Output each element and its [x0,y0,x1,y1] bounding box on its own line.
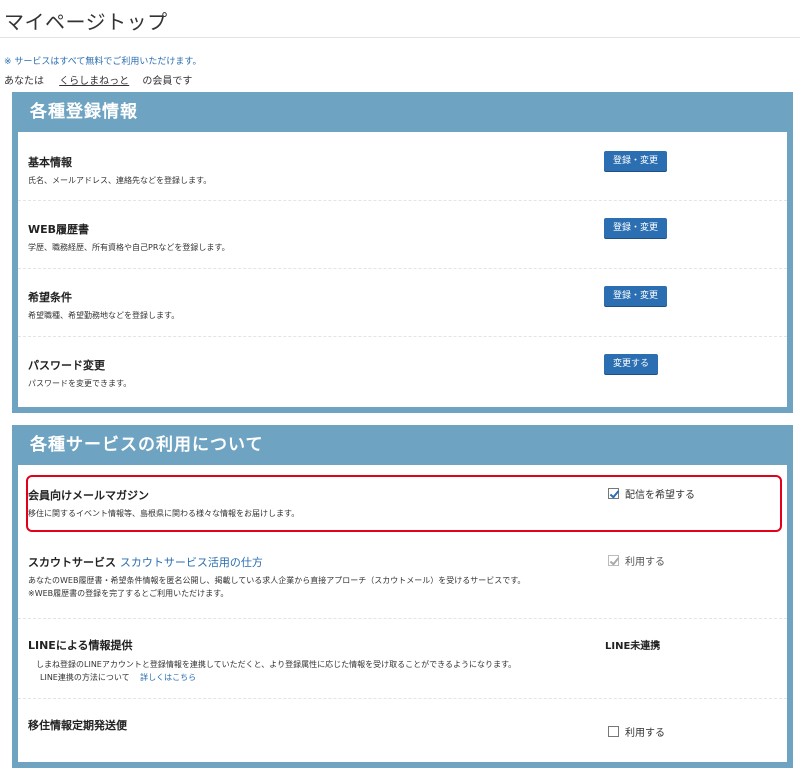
basic-info-title: 基本情報 [28,156,72,169]
line-desc-line2: LINE連携の方法について 詳しくはこちら [36,671,516,684]
scout-use-label: 利用する [625,557,665,568]
resume-edit-button[interactable]: 登録・変更 [604,218,668,238]
scout-use-checkbox[interactable]: 利用する [608,553,665,568]
checkbox-unchecked-icon [608,726,619,737]
scout-title-text: スカウトサービス [28,556,116,569]
line-title: LINEによる情報提供 [28,639,133,652]
resume-title: WEB履歴書 [28,223,90,236]
service-row-mail: 会員向けメールマガジン 移住に関するイベント情報等、島根県に関わる様々な情報をお… [18,465,787,542]
scout-guide-link[interactable]: スカウトサービス活用の仕方 [120,556,263,569]
preferences-title: 希望条件 [28,291,72,304]
line-desc: しまね登録のLINEアカウントと登録情報を連携していただくと、より登録属性に応じ… [36,658,516,684]
delivery-use-label: 利用する [625,728,665,739]
services-heading: 各種サービスの利用について [30,435,264,455]
service-row-scout: スカウトサービス スカウトサービス活用の仕方 あなたのWEB履歴書・希望条件情報… [18,542,787,619]
services-panel: 各種サービスの利用について 会員向けメールマガジン 移住に関するイベント情報等、… [12,425,793,768]
resume-desc: 学歴、職務経歴、所有資格や自己PRなどを登録します。 [28,243,230,252]
free-notice: ※ サービスはすべて無料でご利用いただけます。 [4,57,202,67]
mail-title: 会員向けメールマガジン [28,489,149,502]
line-status: LINE未連携 [605,641,661,652]
registration-row-preferences: 希望条件 希望職種、希望勤務地などを登録します。 登録・変更 [18,269,787,337]
member-suffix: の会員です [142,76,193,87]
site-link[interactable]: くらしまねっと [59,76,129,87]
preferences-edit-button[interactable]: 登録・変更 [604,286,668,306]
basic-info-edit-button[interactable]: 登録・変更 [604,151,668,171]
registration-heading: 各種登録情報 [30,102,138,122]
service-row-line: LINEによる情報提供 しまね登録のLINEアカウントと登録情報を連携していただ… [18,619,787,699]
line-details-link[interactable]: 詳しくはこちら [140,673,196,682]
registration-row-basic: 基本情報 氏名、メールアドレス、連絡先などを登録します。 登録・変更 [18,132,787,201]
title-divider [0,37,800,38]
line-desc-line1: しまね登録のLINEアカウントと登録情報を連携していただくと、より登録属性に応じ… [36,660,517,669]
mail-subscribe-label: 配信を希望する [625,490,695,501]
mail-desc: 移住に関するイベント情報等、島根県に関わる様々な情報をお届けします。 [28,509,300,518]
checkbox-checked-icon [608,488,619,499]
scout-title: スカウトサービス スカウトサービス活用の仕方 [28,554,263,570]
mail-highlight-frame [26,475,782,532]
page-title: マイページトップ [4,10,168,34]
scout-desc-line1: あなたのWEB履歴書・希望条件情報を匿名公開し、掲載している求人企業から直接アプ… [28,576,526,585]
scout-desc: あなたのWEB履歴書・希望条件情報を匿名公開し、掲載している求人企業から直接アプ… [28,574,525,600]
registration-row-resume: WEB履歴書 学歴、職務経歴、所有資格や自己PRなどを登録します。 登録・変更 [18,201,787,269]
service-row-delivery: 移住情報定期発送便 利用する [18,699,787,762]
delivery-title: 移住情報定期発送便 [28,719,127,732]
mail-subscribe-checkbox[interactable]: 配信を希望する [608,486,695,501]
member-info: あなたは くらしまねっと の会員です [4,72,192,87]
password-title: パスワード変更 [28,359,105,372]
password-change-button[interactable]: 変更する [604,354,659,374]
password-desc: パスワードを変更できます。 [28,379,132,388]
line-method-text: LINE連携の方法について [40,673,130,682]
checkbox-disabled-icon [608,555,619,566]
basic-info-desc: 氏名、メールアドレス、連絡先などを登録します。 [28,176,212,185]
services-body: 会員向けメールマガジン 移住に関するイベント情報等、島根県に関わる様々な情報をお… [18,465,787,762]
member-prefix: あなたは [4,76,44,87]
preferences-desc: 希望職種、希望勤務地などを登録します。 [28,311,180,320]
registration-panel: 各種登録情報 基本情報 氏名、メールアドレス、連絡先などを登録します。 登録・変… [12,92,793,413]
delivery-use-checkbox[interactable]: 利用する [608,724,665,739]
registration-body: 基本情報 氏名、メールアドレス、連絡先などを登録します。 登録・変更 WEB履歴… [18,132,787,407]
scout-desc-line2: ※WEB履歴書の登録を完了するとご利用いただけます。 [28,589,229,598]
registration-row-password: パスワード変更 パスワードを変更できます。 変更する [18,337,787,407]
